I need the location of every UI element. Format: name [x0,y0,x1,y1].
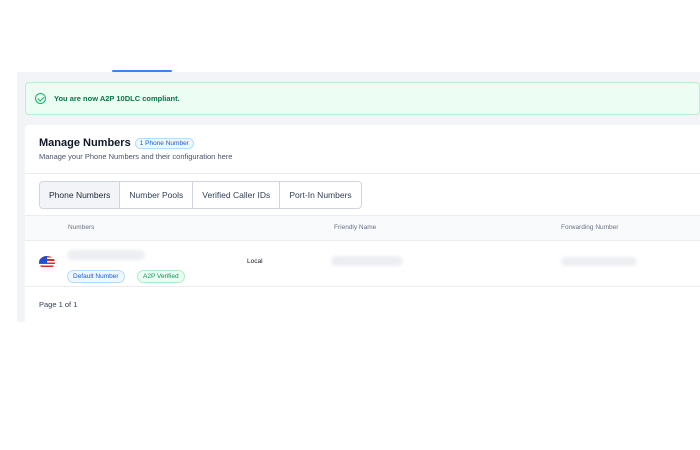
tab-number-pools[interactable]: Number Pools [120,182,194,208]
table-header: Numbers Friendly Name Forwarding Number [25,216,700,240]
check-circle-icon [35,93,46,104]
us-flag-icon [39,256,55,269]
alert-message: You are now A2P 10DLC compliant. [54,94,180,103]
redacted-forwarding-number [561,257,637,266]
column-header-forwarding-number: Forwarding Number [561,224,619,231]
page-subtitle: Manage your Phone Numbers and their conf… [39,152,233,161]
redacted-friendly-name [331,256,403,266]
pagination-label: Page 1 of 1 [39,300,78,309]
divider [25,173,700,174]
column-header-friendly-name: Friendly Name [334,224,377,231]
success-alert: You are now A2P 10DLC compliant. [25,82,700,115]
tab-port-in-numbers[interactable]: Port-In Numbers [280,182,360,208]
default-number-badge: Default Number [67,270,125,283]
card-header: Manage Numbers 1 Phone Number Manage you… [39,137,232,161]
top-bar [0,0,700,72]
number-type: Local [247,258,263,265]
manage-numbers-card: Manage Numbers 1 Phone Number Manage you… [25,125,700,322]
redacted-phone-number [67,250,145,260]
tab-verified-caller-ids[interactable]: Verified Caller IDs [193,182,281,208]
tab-group: Phone Numbers Number Pools Verified Call… [39,181,362,209]
table-row[interactable]: Default Number A2P Verified Local [25,240,700,287]
column-header-numbers: Numbers [68,224,95,231]
page-title: Manage Numbers [39,137,131,149]
tab-phone-numbers[interactable]: Phone Numbers [40,182,121,208]
a2p-verified-badge: A2P Verified [137,270,185,283]
main-content: You are now A2P 10DLC compliant. Manage … [17,72,700,322]
count-badge: 1 Phone Number [134,137,194,149]
